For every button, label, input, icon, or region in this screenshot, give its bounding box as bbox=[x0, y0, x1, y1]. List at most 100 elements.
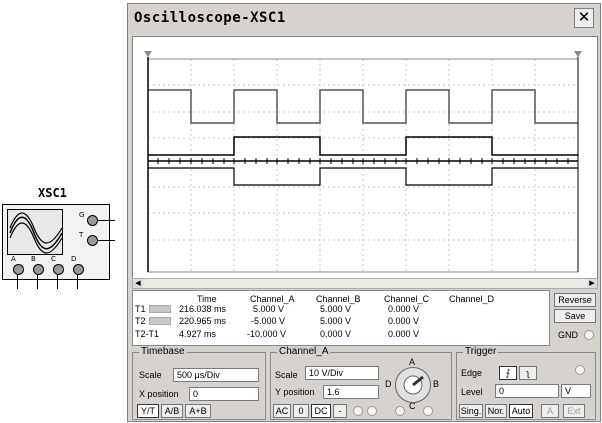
normal-trigger-button[interactable]: Nor. bbox=[485, 404, 507, 418]
gnd-label: GND bbox=[558, 330, 578, 340]
terminal-d[interactable] bbox=[73, 264, 84, 275]
yt-mode-button[interactable]: Y/T bbox=[137, 404, 159, 418]
invert-button[interactable]: - bbox=[333, 404, 347, 418]
trigger-group: Trigger Edge ⨍ ʅ Level 0 V Sing. Nor. Au… bbox=[456, 346, 596, 420]
t2-channel-b: 5.000 V bbox=[320, 316, 352, 326]
trigger-label: Trigger bbox=[463, 346, 499, 357]
scope-display[interactable] bbox=[132, 36, 598, 288]
knob-label-a: A bbox=[409, 357, 416, 367]
y-position-label: Y position bbox=[275, 387, 315, 397]
t2-channel-c: 0.000 V bbox=[388, 316, 420, 326]
terminal-label-a: A bbox=[11, 255, 16, 263]
channel-radio-1[interactable] bbox=[353, 406, 363, 416]
t1-arrows-icon[interactable] bbox=[149, 305, 171, 313]
terminal-label-b: B bbox=[31, 255, 36, 263]
title-bar[interactable]: Oscilloscope-XSC1 ✕ bbox=[128, 4, 600, 32]
col-header-channel-b: Channel_B bbox=[316, 294, 361, 304]
level-unit-select[interactable]: V bbox=[561, 384, 591, 398]
trigger-radio[interactable] bbox=[575, 365, 585, 375]
scroll-left-icon[interactable]: ◀ bbox=[133, 279, 143, 288]
cursor-t1-marker[interactable] bbox=[144, 51, 152, 57]
lead-b bbox=[37, 275, 38, 289]
reverse-button[interactable]: Reverse bbox=[554, 293, 596, 307]
terminal-c[interactable] bbox=[53, 264, 64, 275]
lead-t bbox=[97, 240, 115, 241]
lead-a bbox=[17, 275, 18, 289]
scope-grid bbox=[144, 51, 582, 273]
a-plus-b-mode-button[interactable]: A+B bbox=[185, 404, 211, 418]
delta-channel-b: 0.000 V bbox=[320, 329, 352, 339]
row-label-t2: T2 bbox=[135, 316, 146, 326]
instrument-label: XSC1 bbox=[38, 186, 67, 200]
falling-edge-icon[interactable]: ʅ bbox=[519, 366, 537, 380]
scroll-right-icon[interactable]: ▶ bbox=[587, 279, 597, 288]
col-header-channel-d: Channel_D bbox=[449, 294, 495, 304]
channel-radio-2[interactable] bbox=[367, 406, 377, 416]
channel-a-label: Channel_A bbox=[277, 346, 331, 357]
window-title: Oscilloscope-XSC1 bbox=[134, 10, 286, 26]
row-label-t2-t1: T2-T1 bbox=[135, 329, 160, 339]
oscilloscope-window: Oscilloscope-XSC1 ✕ ◀ ▶ Time Channel_A C… bbox=[127, 3, 601, 422]
terminal-label-c: C bbox=[51, 255, 56, 263]
delta-channel-a: -10.000 V bbox=[247, 329, 287, 339]
rising-edge-icon[interactable]: ⨍ bbox=[499, 366, 517, 380]
delta-channel-c: 0.000 V bbox=[388, 329, 420, 339]
cursor-readout: Time Channel_A Channel_B Channel_C Chann… bbox=[132, 290, 550, 346]
level-field[interactable]: 0 bbox=[495, 384, 559, 398]
terminal-b[interactable] bbox=[33, 264, 44, 275]
col-header-time: Time bbox=[197, 294, 217, 304]
t2-channel-a: -5.000 V bbox=[251, 316, 286, 326]
terminal-label-g: G bbox=[79, 211, 85, 219]
source-a-button[interactable]: A bbox=[541, 404, 559, 418]
sine-waves-icon bbox=[9, 212, 63, 254]
channel-radio-4[interactable] bbox=[423, 406, 433, 416]
lead-c bbox=[57, 275, 58, 289]
col-header-channel-a: Channel_A bbox=[250, 294, 295, 304]
channel-select-knob-icon[interactable] bbox=[395, 367, 431, 403]
single-trigger-button[interactable]: Sing. bbox=[459, 404, 483, 418]
channel-radio-3[interactable] bbox=[395, 406, 405, 416]
source-ext-button[interactable]: Ext bbox=[563, 404, 585, 418]
t1-time: 216.038 ms bbox=[179, 304, 227, 314]
zero-coupling-button[interactable]: 0 bbox=[293, 404, 309, 418]
oscilloscope-symbol[interactable]: G T A B C D bbox=[2, 204, 110, 280]
t2-arrows-icon[interactable] bbox=[149, 317, 171, 325]
y-position-field[interactable]: 1.6 bbox=[323, 385, 379, 399]
t1-channel-c: 0.000 V bbox=[388, 304, 420, 314]
edge-label: Edge bbox=[461, 368, 483, 378]
t1-channel-b: 5.000 V bbox=[320, 304, 352, 314]
delta-time: 4.927 ms bbox=[179, 329, 217, 339]
terminal-a[interactable] bbox=[13, 264, 24, 275]
timebase-scale-field[interactable]: 500 μs/Div bbox=[173, 368, 259, 382]
terminal-label-t: T bbox=[79, 231, 84, 239]
terminal-label-d: D bbox=[71, 255, 77, 263]
timebase-scale-label: Scale bbox=[139, 370, 162, 380]
ab-mode-button[interactable]: A/B bbox=[161, 404, 183, 418]
t1-channel-a: 5.000 V bbox=[253, 304, 285, 314]
knob-label-b: B bbox=[433, 379, 440, 389]
dc-coupling-button[interactable]: DC bbox=[311, 404, 331, 418]
t2-time: 220.965 ms bbox=[179, 316, 227, 326]
knob-pointer-icon bbox=[403, 375, 424, 395]
lead-g bbox=[97, 220, 115, 221]
gnd-terminal[interactable] bbox=[584, 330, 594, 340]
channel-scale-label: Scale bbox=[275, 370, 298, 380]
knob-label-d: D bbox=[385, 379, 392, 389]
horizontal-scrollbar[interactable]: ◀ ▶ bbox=[132, 278, 598, 289]
row-label-t1: T1 bbox=[135, 304, 146, 314]
close-button[interactable]: ✕ bbox=[574, 8, 594, 28]
timebase-group: Timebase Scale 500 μs/Div X position 0 Y… bbox=[132, 346, 266, 420]
channel-scale-field[interactable]: 10 V/Div bbox=[305, 366, 379, 380]
auto-trigger-button[interactable]: Auto bbox=[509, 404, 533, 418]
ac-coupling-button[interactable]: AC bbox=[273, 404, 291, 418]
lead-d bbox=[77, 275, 78, 289]
channel-a-group: Channel_A Scale 10 V/Div Y position 1.6 … bbox=[270, 346, 452, 420]
cursor-t2-marker[interactable] bbox=[574, 51, 582, 57]
level-label: Level bbox=[461, 387, 483, 397]
symbol-screen bbox=[7, 209, 63, 255]
x-position-field[interactable]: 0 bbox=[189, 387, 259, 401]
save-button[interactable]: Save bbox=[554, 309, 596, 323]
timebase-label: Timebase bbox=[139, 346, 187, 357]
col-header-channel-c: Channel_C bbox=[384, 294, 430, 304]
channel-a-trace bbox=[148, 89, 578, 124]
